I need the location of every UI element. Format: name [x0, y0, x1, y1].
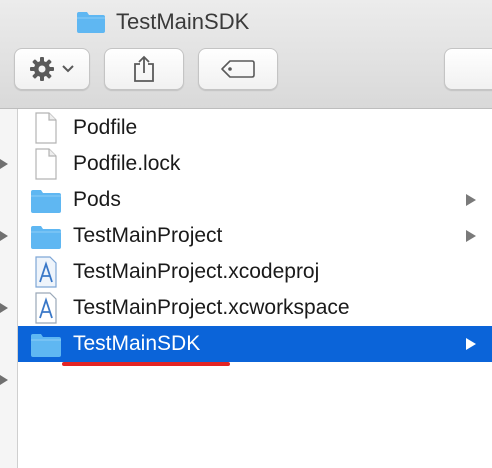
chevron-down-icon	[62, 65, 74, 73]
folder-icon	[31, 334, 61, 357]
action-menu-button[interactable]	[14, 48, 90, 90]
file-row-xcodeproj[interactable]: TestMainProject.xcodeproj	[18, 254, 492, 290]
file-name: TestMainProject	[73, 224, 223, 247]
folder-icon	[31, 226, 61, 249]
file-list: Podfile Podfile.lock Pods TestMainProjec…	[18, 110, 492, 362]
file-name: TestMainProject.xcworkspace	[73, 296, 350, 319]
file-row-testmainsdk[interactable]: TestMainSDK	[18, 326, 492, 362]
disclosure-arrow-icon	[0, 375, 8, 385]
file-row-podfile-lock[interactable]: Podfile.lock	[18, 146, 492, 182]
disclosure-arrow-icon	[466, 338, 476, 350]
file-row-podfile[interactable]: Podfile	[18, 110, 492, 146]
disclosure-arrow-icon	[466, 230, 476, 242]
xcworkspace-icon	[35, 292, 57, 324]
file-name: TestMainSDK	[73, 332, 201, 355]
folder-icon	[31, 190, 61, 213]
file-row-xcworkspace[interactable]: TestMainProject.xcworkspace	[18, 290, 492, 326]
folder-icon	[77, 12, 105, 33]
file-name: Podfile	[73, 116, 138, 139]
share-icon	[134, 55, 154, 82]
file-name: Pods	[73, 188, 121, 211]
document-icon	[35, 148, 57, 180]
window-title: TestMainSDK	[76, 6, 249, 38]
search-field-button[interactable]	[444, 48, 492, 90]
disclosure-arrow-icon	[0, 231, 8, 241]
file-row-pods[interactable]: Pods	[18, 182, 492, 218]
tags-button[interactable]	[198, 48, 278, 90]
gear-icon	[30, 57, 54, 81]
document-icon	[35, 112, 57, 144]
disclosure-arrow-icon	[0, 159, 8, 169]
xcodeproj-icon	[35, 256, 57, 288]
share-button[interactable]	[104, 48, 184, 90]
disclosure-arrow-icon	[466, 194, 476, 206]
file-name: Podfile.lock	[73, 152, 181, 175]
file-name: TestMainProject.xcodeproj	[73, 260, 320, 283]
window-toolbar: TestMainSDK	[0, 0, 492, 109]
window-title-text: TestMainSDK	[116, 9, 250, 34]
column-divider	[0, 109, 18, 468]
disclosure-arrow-icon	[0, 303, 8, 313]
tag-icon	[221, 60, 255, 78]
red-underline-annotation	[62, 362, 230, 366]
file-row-testmainproject[interactable]: TestMainProject	[18, 218, 492, 254]
